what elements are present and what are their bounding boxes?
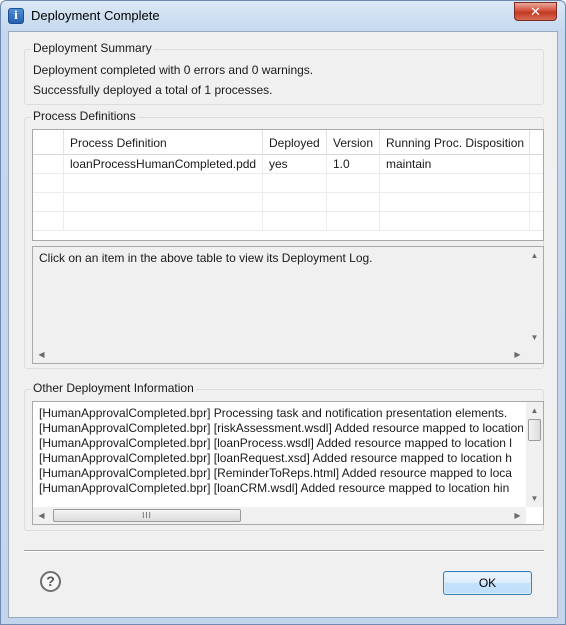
scroll-up-arrow-icon[interactable]: ▲ <box>526 247 543 264</box>
title-bar[interactable]: i Deployment Complete ✕ <box>1 1 565 31</box>
scroll-down-arrow-icon[interactable]: ▼ <box>526 490 543 507</box>
other-deployment-info-title: Other Deployment Information <box>31 381 196 395</box>
scroll-left-arrow-icon[interactable]: ◀ <box>33 507 50 524</box>
deployment-log-box[interactable]: Click on an item in the above table to v… <box>32 246 544 364</box>
scroll-left-arrow-icon[interactable]: ◀ <box>33 346 50 363</box>
scroll-right-arrow-icon[interactable]: ▶ <box>509 507 526 524</box>
scroll-down-arrow-icon[interactable]: ▼ <box>526 329 543 346</box>
table-cell-disposition: maintain <box>380 155 530 174</box>
column-header-version[interactable]: Version <box>327 130 380 155</box>
table-header: Process Definition Deployed Version Runn… <box>33 130 543 155</box>
log-horizontal-scrollbar[interactable]: ◀ ▶ <box>33 346 526 363</box>
table-row[interactable]: loanProcessHumanCompleted.pdd yes 1.0 ma… <box>33 155 543 174</box>
info-icon: i <box>8 8 24 24</box>
column-header-select[interactable] <box>33 130 64 155</box>
vertical-scroll-thumb[interactable] <box>528 419 541 441</box>
column-header-deployed[interactable]: Deployed <box>263 130 327 155</box>
horizontal-scroll-thumb[interactable]: III <box>53 509 241 522</box>
log-line: [HumanApprovalCompleted.bpr] [loanReques… <box>39 451 512 465</box>
log-vertical-scrollbar[interactable]: ▲ ▼ <box>526 247 543 346</box>
log-line: [HumanApprovalCompleted.bpr] Processing … <box>39 406 508 420</box>
process-definitions-title: Process Definitions <box>31 109 138 123</box>
deployment-summary-title: Deployment Summary <box>31 41 154 55</box>
log-line: [HumanApprovalCompleted.bpr] [ReminderTo… <box>39 466 512 480</box>
scroll-right-arrow-icon[interactable]: ▶ <box>509 346 526 363</box>
help-icon[interactable]: ? <box>40 571 61 592</box>
ok-button[interactable]: OK <box>443 571 532 595</box>
summary-line-errors: Deployment completed with 0 errors and 0… <box>33 63 314 77</box>
log-line: [HumanApprovalCompleted.bpr] [loanCRM.ws… <box>39 481 510 495</box>
table-row-empty <box>33 193 543 212</box>
table-cell-select <box>33 155 64 174</box>
dialog-body: Deployment Summary Deployment completed … <box>8 31 558 618</box>
dialog-window: i Deployment Complete ✕ Deployment Summa… <box>0 0 566 625</box>
info-vertical-scrollbar[interactable]: ▲ ▼ <box>526 402 543 507</box>
close-button[interactable]: ✕ <box>514 2 557 21</box>
footer-separator <box>24 550 544 552</box>
table-cell-process-definition: loanProcessHumanCompleted.pdd <box>64 155 263 174</box>
column-header-process-definition[interactable]: Process Definition <box>64 130 263 155</box>
process-definitions-table[interactable]: Process Definition Deployed Version Runn… <box>32 129 544 241</box>
window-title: Deployment Complete <box>31 8 160 23</box>
summary-line-deployed: Successfully deployed a total of 1 proce… <box>33 83 273 97</box>
table-row-empty <box>33 174 543 193</box>
column-header-running-disposition[interactable]: Running Proc. Disposition <box>380 130 530 155</box>
info-horizontal-scrollbar[interactable]: ◀ III ▶ <box>33 507 526 524</box>
table-row-empty <box>33 212 543 231</box>
other-info-log-box[interactable]: [HumanApprovalCompleted.bpr] Processing … <box>32 401 544 525</box>
table-cell-deployed: yes <box>263 155 327 174</box>
deployment-log-hint: Click on an item in the above table to v… <box>39 251 373 265</box>
log-line: [HumanApprovalCompleted.bpr] [riskAssess… <box>39 421 523 435</box>
scroll-up-arrow-icon[interactable]: ▲ <box>526 402 543 419</box>
table-cell-version: 1.0 <box>327 155 380 174</box>
log-line: [HumanApprovalCompleted.bpr] [loanProces… <box>39 436 512 450</box>
